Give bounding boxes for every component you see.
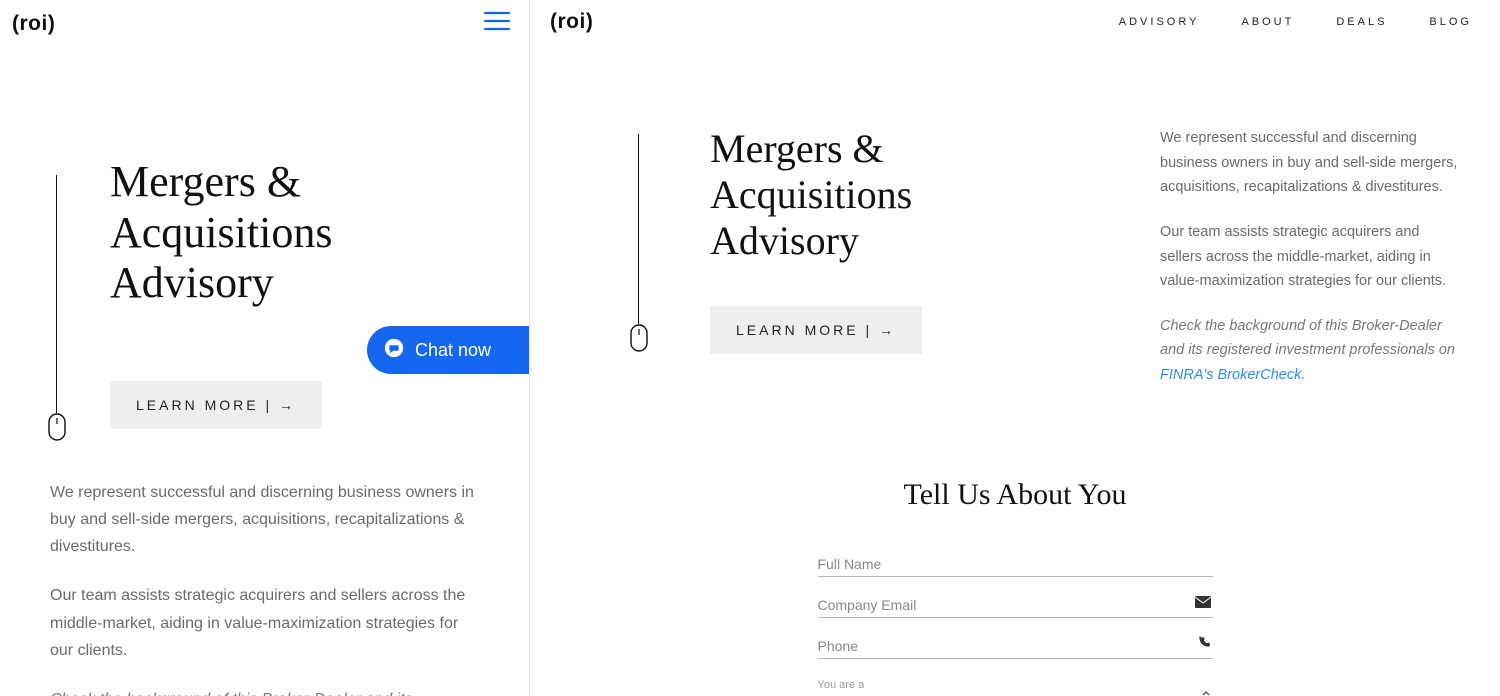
contact-form: Tell Us About You Full Name Company Emai… xyxy=(530,478,1500,696)
phone-field[interactable]: Phone xyxy=(818,618,1213,659)
disclaimer: Check the background of this Broker-Deal… xyxy=(1160,314,1460,388)
body-copy: We represent successful and discerning b… xyxy=(0,429,529,696)
topbar: (roi) ADVISORY ABOUT DEALS BLOG xyxy=(530,0,1500,34)
chevron-updown-icon xyxy=(1201,690,1211,696)
paragraph: Our team assists strategic acquirers and… xyxy=(50,582,479,664)
desktop-viewport: (roi) ADVISORY ABOUT DEALS BLOG Mergers … xyxy=(530,0,1500,696)
hamburger-icon[interactable] xyxy=(483,10,511,37)
email-field[interactable]: Company Email xyxy=(818,577,1213,618)
chat-icon xyxy=(383,337,405,364)
nav-deals[interactable]: DEALS xyxy=(1336,16,1387,28)
logo[interactable]: (roi) xyxy=(550,10,593,34)
nav-about[interactable]: ABOUT xyxy=(1241,16,1294,28)
role-select[interactable]: You are a Select One xyxy=(818,659,1213,696)
hero: Mergers & Acquisitions Advisory LEARN MO… xyxy=(530,34,1500,408)
mail-icon xyxy=(1195,595,1211,611)
phone-icon xyxy=(1197,635,1211,652)
nav: ADVISORY ABOUT DEALS BLOG xyxy=(1119,16,1472,28)
brokercheck-link[interactable]: FINRA's BrokerCheck xyxy=(1160,367,1301,383)
learn-more-button[interactable]: LEARN MORE | → xyxy=(110,381,322,429)
learn-more-button[interactable]: LEARN MORE | → xyxy=(710,306,922,354)
paragraph: We represent successful and discerning b… xyxy=(50,479,479,561)
form-heading: Tell Us About You xyxy=(904,478,1127,512)
accent-line xyxy=(56,175,57,413)
page-title: Mergers & Acquisitions Advisory xyxy=(710,126,1100,264)
chat-label: Chat now xyxy=(415,340,491,361)
logo[interactable]: (roi) xyxy=(12,12,55,36)
name-field[interactable]: Full Name xyxy=(818,536,1213,577)
accent-line xyxy=(638,134,639,324)
mouse-icon xyxy=(630,324,648,357)
disclaimer: Check the background of this Broker-Deal… xyxy=(50,686,479,696)
nav-advisory[interactable]: ADVISORY xyxy=(1119,16,1200,28)
topbar: (roi) xyxy=(0,0,529,37)
nav-blog[interactable]: BLOG xyxy=(1429,16,1472,28)
mobile-viewport: (roi) Mergers & Acquisitions Advisory LE… xyxy=(0,0,530,696)
paragraph: We represent successful and discerning b… xyxy=(1160,126,1460,200)
body-copy: We represent successful and discerning b… xyxy=(1160,126,1460,408)
page-title: Mergers & Acquisitions Advisory xyxy=(50,157,479,309)
mouse-icon xyxy=(48,413,66,446)
paragraph: Our team assists strategic acquirers and… xyxy=(1160,220,1460,294)
chat-now-button[interactable]: Chat now xyxy=(367,326,529,374)
